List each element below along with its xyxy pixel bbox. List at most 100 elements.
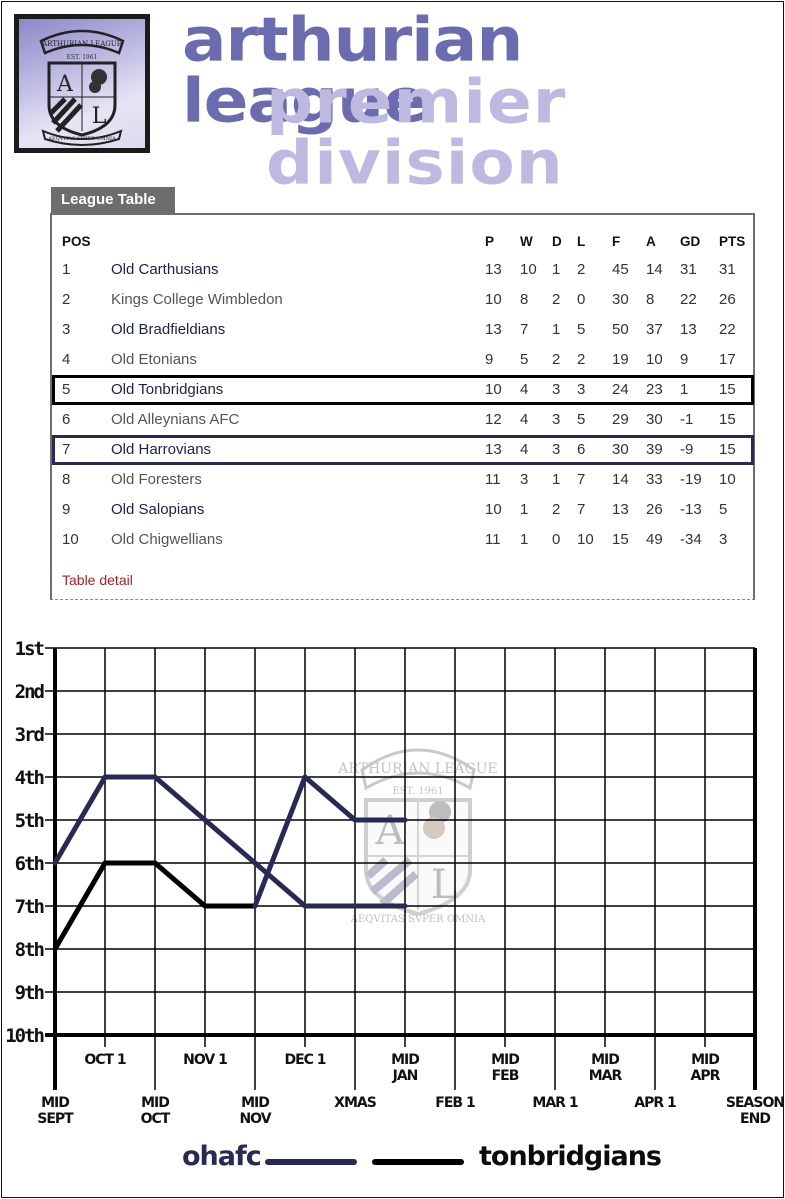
x-tick-label: FEB 1 xyxy=(435,1095,475,1111)
cell-lost: 5 xyxy=(577,321,586,338)
y-tick-label: 3rd xyxy=(15,724,45,746)
cell-team: Old Alleynians AFC xyxy=(111,411,240,428)
cell-team: Old Harrovians xyxy=(111,441,212,458)
cell-played: 10 xyxy=(485,381,502,398)
cell-team: Old Carthusians xyxy=(111,261,219,278)
cell-goal-difference: 1 xyxy=(680,381,689,398)
table-row[interactable]: 7 Old Harrovians 13 4 3 6 30 39 -9 15 xyxy=(52,435,754,465)
cell-lost: 2 xyxy=(577,351,586,368)
cell-against: 37 xyxy=(646,321,663,338)
x-tick-label: MID OCT xyxy=(141,1095,171,1127)
cell-for: 24 xyxy=(612,381,629,398)
cell-lost: 7 xyxy=(577,501,586,518)
y-tick-label: 1st xyxy=(15,638,44,660)
table-row[interactable]: 10 Old Chigwellians 11 1 0 10 15 49 -34 3 xyxy=(52,525,754,555)
table-row[interactable]: 6 Old Alleynians AFC 12 4 3 5 29 30 -1 15 xyxy=(52,405,754,435)
cell-drawn: 3 xyxy=(552,381,561,398)
cell-drawn: 1 xyxy=(552,261,561,278)
cell-drawn: 3 xyxy=(552,441,561,458)
series-segment-tonbridgians xyxy=(302,774,358,823)
site-subtitle: premier division xyxy=(266,66,567,199)
cell-played: 10 xyxy=(485,501,502,518)
table-row[interactable]: 4 Old Etonians 9 5 2 2 19 10 9 17 xyxy=(52,345,754,375)
logo-banner-text: ARTHURIAN LEAGUE xyxy=(41,40,122,48)
x-tick-label: OCT 1 xyxy=(84,1052,126,1068)
cell-points: 15 xyxy=(719,381,736,398)
cell-drawn: 3 xyxy=(552,411,561,428)
table-row[interactable]: 8 Old Foresters 11 3 1 7 14 33 -19 10 xyxy=(52,465,754,495)
cell-lost: 7 xyxy=(577,471,586,488)
y-tick-label: 4th xyxy=(15,767,44,789)
cell-pos: 1 xyxy=(62,261,71,278)
table-detail-link[interactable]: Table detail xyxy=(62,572,133,588)
y-tick-label: 8th xyxy=(15,939,44,961)
cell-points: 26 xyxy=(719,291,736,308)
cell-team: Kings College Wimbledon xyxy=(111,291,283,308)
cell-drawn: 2 xyxy=(552,291,561,308)
cell-pos: 6 xyxy=(62,411,71,428)
cell-won: 5 xyxy=(520,351,529,368)
cell-points: 22 xyxy=(719,321,736,338)
cell-lost: 3 xyxy=(577,381,586,398)
legend-ohafc-line xyxy=(265,1159,357,1165)
y-tick-label: 2nd xyxy=(15,681,45,703)
cell-pos: 10 xyxy=(62,531,79,548)
cell-points: 3 xyxy=(719,531,728,548)
cell-against: 8 xyxy=(646,291,655,308)
table-row[interactable]: 1 Old Carthusians 13 10 1 2 45 14 31 31 xyxy=(52,255,754,285)
cell-lost: 5 xyxy=(577,411,586,428)
col-won: W xyxy=(520,234,533,249)
cell-played: 9 xyxy=(485,351,494,368)
col-lost: L xyxy=(577,234,586,249)
watermark-motto: AEQVITAS SVPER OMNIA xyxy=(350,914,486,925)
cell-for: 19 xyxy=(612,351,629,368)
cell-points: 17 xyxy=(719,351,736,368)
cell-for: 50 xyxy=(612,321,629,338)
league-table-tab[interactable]: League Table xyxy=(51,187,175,213)
cell-pos: 9 xyxy=(62,501,71,518)
cell-played: 12 xyxy=(485,411,502,428)
cell-points: 10 xyxy=(719,471,736,488)
cell-pos: 4 xyxy=(62,351,71,368)
league-logo: ARTHURIAN LEAGUE EST. 1961 A L AEQVITAS … xyxy=(14,14,150,153)
cell-against: 49 xyxy=(646,531,663,548)
cell-goal-difference: -19 xyxy=(680,471,702,488)
series-segment-tonbridgians xyxy=(152,860,208,909)
cell-against: 26 xyxy=(646,501,663,518)
cell-won: 4 xyxy=(520,381,529,398)
cell-team: Old Etonians xyxy=(111,351,197,368)
x-tick-label: MID APR xyxy=(691,1052,721,1084)
cell-goal-difference: 13 xyxy=(680,321,697,338)
legend-ohafc-label: ohafc xyxy=(182,1141,262,1172)
cell-played: 10 xyxy=(485,291,502,308)
col-pos: POS xyxy=(62,234,91,249)
cell-team: Old Bradfieldians xyxy=(111,321,226,338)
table-row[interactable]: 5 Old Tonbridgians 10 4 3 3 24 23 1 15 xyxy=(52,375,754,405)
cell-won: 4 xyxy=(520,411,529,428)
cell-against: 23 xyxy=(646,381,663,398)
x-tick-label: NOV 1 xyxy=(183,1052,227,1068)
cell-pos: 2 xyxy=(62,291,71,308)
cell-lost: 0 xyxy=(577,291,586,308)
x-tick-label: MID SEPT xyxy=(37,1095,74,1127)
cell-team: Old Foresters xyxy=(111,471,202,488)
series-ohafc xyxy=(52,774,408,909)
x-tick-label: APR 1 xyxy=(634,1095,676,1111)
col-points: PTS xyxy=(719,234,746,249)
series-segment-ohafc xyxy=(202,817,258,866)
cell-for: 29 xyxy=(612,411,629,428)
cell-won: 3 xyxy=(520,471,529,488)
cell-won: 10 xyxy=(520,261,537,278)
logo-est-text: EST. 1961 xyxy=(67,54,98,61)
series-segment-ohafc xyxy=(152,774,208,823)
table-header-row: POS P W D L F A GD PTS xyxy=(52,227,754,257)
x-tick-label: MID MAR xyxy=(589,1052,623,1084)
table-row[interactable]: 3 Old Bradfieldians 13 7 1 5 50 37 13 22 xyxy=(52,315,754,345)
cell-won: 7 xyxy=(520,321,529,338)
table-row[interactable]: 9 Old Salopians 10 1 2 7 13 26 -13 5 xyxy=(52,495,754,525)
table-row[interactable]: 2 Kings College Wimbledon 10 8 2 0 30 8 22 26 xyxy=(52,285,754,315)
legend-tonbridgians-label: tonbridgians xyxy=(479,1141,662,1172)
cell-lost: 2 xyxy=(577,261,586,278)
logo-letter-a: A xyxy=(56,72,74,97)
cell-pos: 5 xyxy=(62,381,71,398)
